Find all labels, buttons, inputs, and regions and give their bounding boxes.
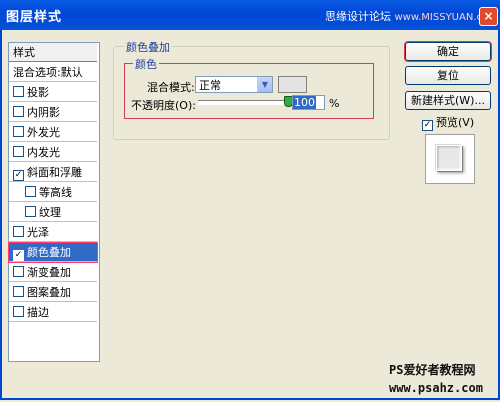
style-item-inner-shadow[interactable]: 内阴影 bbox=[9, 103, 97, 122]
checkbox[interactable] bbox=[13, 86, 24, 97]
opacity-unit: % bbox=[329, 97, 340, 110]
style-item-label: 光泽 bbox=[27, 226, 49, 239]
style-item-label: 等高线 bbox=[39, 186, 72, 199]
window-title: 图层样式 bbox=[6, 10, 63, 25]
checkbox[interactable] bbox=[13, 126, 24, 137]
opacity-label: 不透明度(O): bbox=[131, 99, 196, 112]
style-item-label: 外发光 bbox=[27, 126, 60, 139]
style-item-color-overlay[interactable]: ✓ 颜色叠加 bbox=[8, 242, 98, 263]
watermark-line-1: PS爱好者教程网 bbox=[389, 363, 476, 377]
checkbox[interactable] bbox=[25, 186, 36, 197]
style-item-outer-glow[interactable]: 外发光 bbox=[9, 123, 97, 142]
chevron-down-icon[interactable]: ▼ bbox=[257, 77, 272, 92]
checkbox[interactable] bbox=[13, 146, 24, 157]
style-item-label: 颜色叠加 bbox=[27, 246, 71, 259]
checkbox[interactable] bbox=[13, 306, 24, 317]
style-item-drop-shadow[interactable]: 投影 bbox=[9, 83, 97, 102]
style-item-label: 混合选项:默认 bbox=[13, 66, 83, 79]
style-item-pattern-overlay[interactable]: 图案叠加 bbox=[9, 283, 97, 302]
footer-watermark: PS爱好者教程网 www.psahz.com bbox=[389, 361, 483, 397]
title-watermark: 思缘设计论坛 www.MISSYUAN.com bbox=[325, 8, 498, 24]
blend-mode-value: 正常 bbox=[199, 79, 221, 92]
checkbox-checked[interactable]: ✓ bbox=[422, 120, 433, 131]
overlay-color-swatch[interactable] bbox=[278, 76, 307, 93]
title-bar: 图层样式 思缘设计论坛 www.MISSYUAN.com × bbox=[0, 0, 500, 30]
opacity-slider-track[interactable] bbox=[198, 100, 290, 105]
style-item-label: 投影 bbox=[27, 86, 49, 99]
ok-button[interactable]: 确定 bbox=[404, 41, 492, 62]
style-item-label: 斜面和浮雕 bbox=[27, 166, 82, 179]
blend-mode-label: 混合模式: bbox=[147, 81, 195, 94]
opacity-value: 100 bbox=[293, 96, 316, 109]
preview-label: 预览(V) bbox=[436, 116, 475, 129]
preview-swatch bbox=[436, 145, 462, 171]
style-preview bbox=[425, 134, 475, 184]
checkbox-checked[interactable]: ✓ bbox=[13, 250, 24, 261]
style-item-label: 纹理 bbox=[39, 206, 61, 219]
checkbox[interactable] bbox=[13, 286, 24, 297]
style-item-inner-glow[interactable]: 内发光 bbox=[9, 143, 97, 162]
style-item-blending-options[interactable]: 混合选项:默认 bbox=[9, 63, 97, 82]
style-item-stroke[interactable]: 描边 bbox=[9, 303, 97, 322]
blend-mode-select[interactable]: 正常 ▼ bbox=[195, 76, 273, 93]
style-item-label: 渐变叠加 bbox=[27, 266, 71, 279]
style-list: 样式 混合选项:默认 投影 内阴影 外发光 内发光 ✓ 斜面和浮雕 等高线 纹理 … bbox=[8, 42, 100, 362]
style-item-label: 内发光 bbox=[27, 146, 60, 159]
reset-button[interactable]: 复位 bbox=[405, 66, 491, 85]
checkbox[interactable] bbox=[25, 206, 36, 217]
opacity-input[interactable]: 100 bbox=[292, 95, 325, 110]
checkbox[interactable] bbox=[13, 226, 24, 237]
close-icon: × bbox=[483, 9, 494, 23]
style-item-satin[interactable]: 光泽 bbox=[9, 223, 97, 242]
close-button[interactable]: × bbox=[479, 7, 498, 26]
checkbox[interactable] bbox=[13, 266, 24, 277]
style-item-label: 图案叠加 bbox=[27, 286, 71, 299]
group-title: 颜色 bbox=[133, 56, 159, 72]
style-item-gradient-overlay[interactable]: 渐变叠加 bbox=[9, 263, 97, 282]
style-item-label: 描边 bbox=[27, 306, 49, 319]
style-list-header: 样式 bbox=[9, 43, 97, 62]
preview-checkbox[interactable]: ✓ 预览(V) bbox=[422, 114, 474, 131]
section-title: 颜色叠加 bbox=[124, 39, 172, 55]
style-item-bevel-emboss[interactable]: ✓ 斜面和浮雕 bbox=[9, 163, 97, 182]
style-item-contour[interactable]: 等高线 bbox=[9, 183, 97, 202]
style-item-label: 内阴影 bbox=[27, 106, 60, 119]
new-style-button[interactable]: 新建样式(W)... bbox=[405, 91, 491, 110]
checkbox-checked[interactable]: ✓ bbox=[13, 170, 24, 181]
watermark-line-2: www.psahz.com bbox=[389, 381, 483, 395]
style-item-texture[interactable]: 纹理 bbox=[9, 203, 97, 222]
title-watermark-site: 思缘设计论坛 bbox=[325, 10, 391, 23]
checkbox[interactable] bbox=[13, 106, 24, 117]
